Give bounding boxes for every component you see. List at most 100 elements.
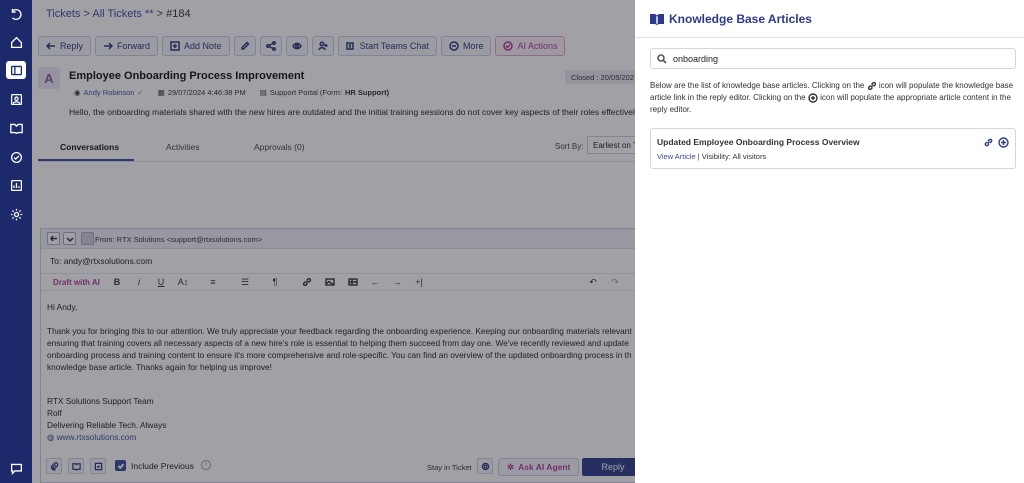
ticket-meta: ◉ Andy Robinson ✓ ▦ 29/07/2024 4:46:38 PM ▤… (74, 88, 389, 97)
article-title: Updated Employee Onboarding Process Over… (657, 137, 860, 147)
ticket-view: Tickets > All Tickets ** > #184 Reply Fo… (32, 0, 635, 483)
add-note-button-label: Add Note (184, 41, 222, 51)
signature-website[interactable]: www.rtxsolutions.com (57, 432, 137, 442)
redo-icon[interactable]: ↷ (609, 277, 621, 288)
reply-button[interactable]: Reply (38, 36, 92, 56)
reply-header: From: RTX Solutions <support@rtxsolution… (41, 229, 635, 249)
share-button[interactable] (259, 36, 282, 56)
breadcrumb-all-tickets[interactable]: All Tickets ** (92, 8, 153, 20)
ticket-toolbar: Reply Forward Add Note Start Teams Chat … (38, 36, 566, 56)
sort-label: Sort By: (555, 142, 584, 151)
paragraph-icon[interactable]: ¶ (269, 277, 281, 287)
attachment-icon[interactable] (46, 458, 62, 474)
check-icon (117, 463, 124, 469)
tickets-icon[interactable] (6, 61, 26, 79)
bold-icon[interactable]: B (111, 277, 123, 287)
link-icon[interactable] (301, 277, 313, 289)
font-size-icon[interactable]: A↕ (177, 277, 189, 287)
verified-icon: ✓ (137, 88, 144, 97)
knowledge-base-icon[interactable] (68, 458, 84, 474)
signature-tagline: Delivering Reliable Tech. Always (47, 420, 167, 430)
requester-avatar: A (38, 67, 60, 89)
settings-icon[interactable] (8, 206, 24, 222)
teams-icon (345, 42, 354, 50)
tab-conversations[interactable]: Conversations (60, 142, 119, 152)
reply-line: knowledge base article. Thanks again for… (47, 362, 272, 372)
settings-icon[interactable] (477, 458, 493, 474)
contacts-icon[interactable] (8, 91, 24, 107)
include-previous-checkbox[interactable] (115, 460, 126, 471)
table-icon[interactable] (347, 277, 359, 289)
add-user-button[interactable] (311, 36, 334, 56)
forward-button[interactable]: Forward (95, 36, 159, 56)
sort-select[interactable]: Earliest on To (587, 136, 635, 154)
ticket-datetime: 29/07/2024 4:46:38 PM (167, 88, 246, 97)
reports-icon[interactable] (8, 177, 24, 193)
ticket-description: Hello, the onboarding materials shared w… (69, 107, 635, 117)
book-icon (650, 12, 664, 26)
reply-from: From: RTX Solutions <support@rtxsolution… (95, 235, 263, 244)
reply-greeting: Hi Andy, (47, 302, 78, 312)
stay-in-ticket-label: Stay in Ticket (427, 463, 472, 472)
image-icon[interactable] (324, 277, 336, 289)
underline-icon[interactable]: U (155, 277, 167, 287)
arrow-left-icon[interactable]: ← (369, 277, 381, 287)
reply-icon (46, 42, 55, 50)
tab-activities[interactable]: Activities (166, 142, 200, 152)
ask-ai-agent-button[interactable]: ✲ Ask AI Agent (498, 458, 580, 476)
ticket-form-name: HR Support) (345, 88, 390, 97)
pencil-icon (240, 41, 250, 50)
more-icon (449, 41, 459, 51)
kb-search-input[interactable] (673, 52, 1003, 66)
reply-button-label: Reply (60, 41, 84, 51)
insert-icon[interactable]: +| (413, 277, 425, 287)
reply-icon (49, 235, 57, 241)
from-icon (81, 232, 94, 245)
info-icon[interactable]: i (201, 460, 211, 470)
panel-header: Knowledge Base Articles (635, 0, 1024, 38)
watch-button[interactable] (285, 36, 308, 56)
ai-sparkle-icon: ✲ (507, 461, 515, 472)
signature-name: Rolf (47, 408, 62, 418)
reply-editor: From: RTX Solutions <support@rtxsolution… (40, 228, 635, 483)
undo-icon[interactable]: ↶ (587, 277, 599, 288)
insert-link-icon[interactable] (983, 137, 995, 149)
add-note-button[interactable]: Add Note (162, 36, 230, 56)
teams-chat-button[interactable]: Start Teams Chat (337, 36, 437, 56)
add-user-icon (317, 41, 328, 51)
reply-line: Thank you for bringing this to our atten… (47, 326, 632, 336)
tasks-icon[interactable] (8, 149, 24, 165)
app-logo-icon[interactable] (8, 6, 24, 22)
reply-body[interactable]: Hi Andy, Thank you for bringing this to … (47, 301, 635, 373)
reply-to[interactable]: To: andy@rtxsolutions.com (50, 256, 152, 266)
teams-chat-label: Start Teams Chat (359, 41, 429, 51)
send-reply-button[interactable]: Reply (582, 458, 635, 476)
template-icon[interactable] (90, 458, 106, 474)
home-icon[interactable] (8, 34, 24, 50)
reply-type-button[interactable] (47, 232, 60, 245)
calendar-icon: ▦ (157, 88, 165, 97)
italic-icon[interactable]: i (133, 277, 145, 287)
knowledge-base-icon[interactable] (8, 120, 24, 136)
more-button[interactable]: More (440, 36, 492, 56)
draft-with-ai-button[interactable]: Draft with AI (53, 278, 100, 287)
user-icon: ◉ (74, 88, 81, 97)
reply-line: ensuring that training covers all necess… (47, 338, 629, 348)
breadcrumb-tickets[interactable]: Tickets (46, 8, 80, 20)
insert-content-icon[interactable] (998, 137, 1010, 149)
bulleted-list-icon[interactable]: ☰ (239, 277, 251, 288)
eye-icon (291, 42, 302, 50)
note-icon (170, 41, 180, 51)
ticket-tabs: Conversations Activities Approvals (0) S… (38, 136, 635, 162)
ai-actions-button[interactable]: AI Actions (495, 36, 566, 56)
numbered-list-icon[interactable]: ≡ (207, 277, 219, 287)
reply-type-dropdown[interactable] (63, 232, 76, 245)
view-article-link[interactable]: View Article (657, 152, 696, 161)
active-tab-indicator (38, 159, 134, 161)
chat-icon[interactable] (8, 460, 24, 476)
edit-button[interactable] (233, 36, 256, 56)
requester-name[interactable]: Andy Robinson (84, 88, 135, 97)
arrow-right-icon[interactable]: → (391, 277, 403, 287)
tab-approvals[interactable]: Approvals (0) (254, 142, 305, 152)
